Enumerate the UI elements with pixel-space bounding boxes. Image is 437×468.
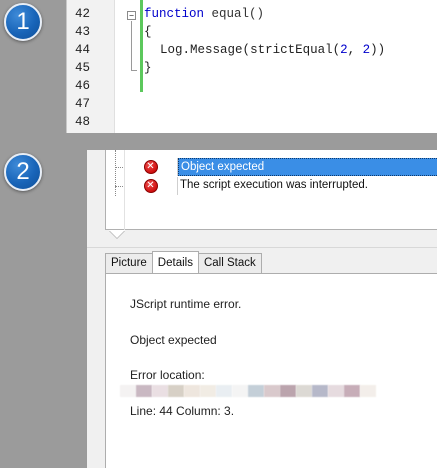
detail-tabs: Picture Details Call Stack	[105, 251, 262, 273]
line-number-gutter: 42 43 44 45 46 47 48	[67, 0, 115, 133]
step-1-badge: 1	[4, 3, 42, 41]
function-signature: equal()	[204, 7, 265, 21]
tab-details[interactable]: Details	[151, 251, 199, 273]
log-message: The script execution was interrupted.	[180, 179, 368, 191]
punctuation: ,	[347, 43, 363, 57]
punctuation: (	[332, 43, 341, 57]
error-location-line: Line: 44 Column: 3.	[130, 404, 235, 418]
punctuation: ))	[370, 43, 386, 57]
error-message: Object expected	[130, 333, 217, 347]
tab-call-stack[interactable]: Call Stack	[197, 253, 262, 273]
error-icon: ✕	[143, 179, 158, 193]
divider	[87, 247, 437, 248]
code-line-42[interactable]: function equal()	[144, 4, 264, 25]
collapse-toggle-icon[interactable]: −	[127, 11, 136, 20]
modified-lines-marker	[140, 0, 143, 92]
tree-connector	[115, 150, 116, 196]
error-location-label: Error location:	[130, 368, 205, 382]
punctuation: .	[182, 43, 191, 57]
tab-picture[interactable]: Picture	[105, 253, 153, 273]
code-line-45[interactable]: }	[144, 58, 152, 79]
keyword: function	[144, 7, 205, 21]
punctuation: (	[242, 43, 251, 57]
log-message-list[interactable]: ✕ Object expected ✕ The script execution…	[105, 150, 437, 230]
error-heading: JScript runtime error.	[130, 297, 242, 311]
fold-guide-line	[131, 21, 132, 71]
log-icon-cell: ✕	[124, 158, 178, 176]
identifier: strictEqual	[250, 43, 333, 57]
code-line-44[interactable]: Log.Message(strictEqual(2, 2))	[160, 40, 385, 61]
log-row[interactable]: ✕ Object expected	[124, 158, 437, 176]
log-icon-cell: ✕	[124, 177, 178, 195]
step-2-badge: 2	[4, 153, 42, 191]
number-literal: 2	[340, 43, 348, 57]
details-pane: JScript runtime error. Object expected E…	[105, 273, 437, 468]
line-number: 48	[75, 115, 91, 129]
splitter[interactable]	[105, 231, 437, 247]
identifier: Log	[160, 43, 183, 57]
code-editor[interactable]: 42 43 44 45 46 47 48 − function equal() …	[66, 0, 437, 133]
redacted-location-path	[120, 385, 376, 397]
number-literal: 2	[362, 43, 371, 57]
error-icon: ✕	[143, 160, 158, 174]
log-message: Object expected	[178, 158, 437, 176]
dropdown-arrow-icon	[109, 230, 125, 238]
test-log-window: ✕ Object expected ✕ The script execution…	[86, 150, 437, 468]
fold-guide-end	[131, 70, 137, 71]
log-row[interactable]: ✕ The script execution was interrupted.	[124, 177, 437, 195]
code-line-43[interactable]: {	[144, 22, 152, 43]
identifier: Message	[190, 43, 243, 57]
